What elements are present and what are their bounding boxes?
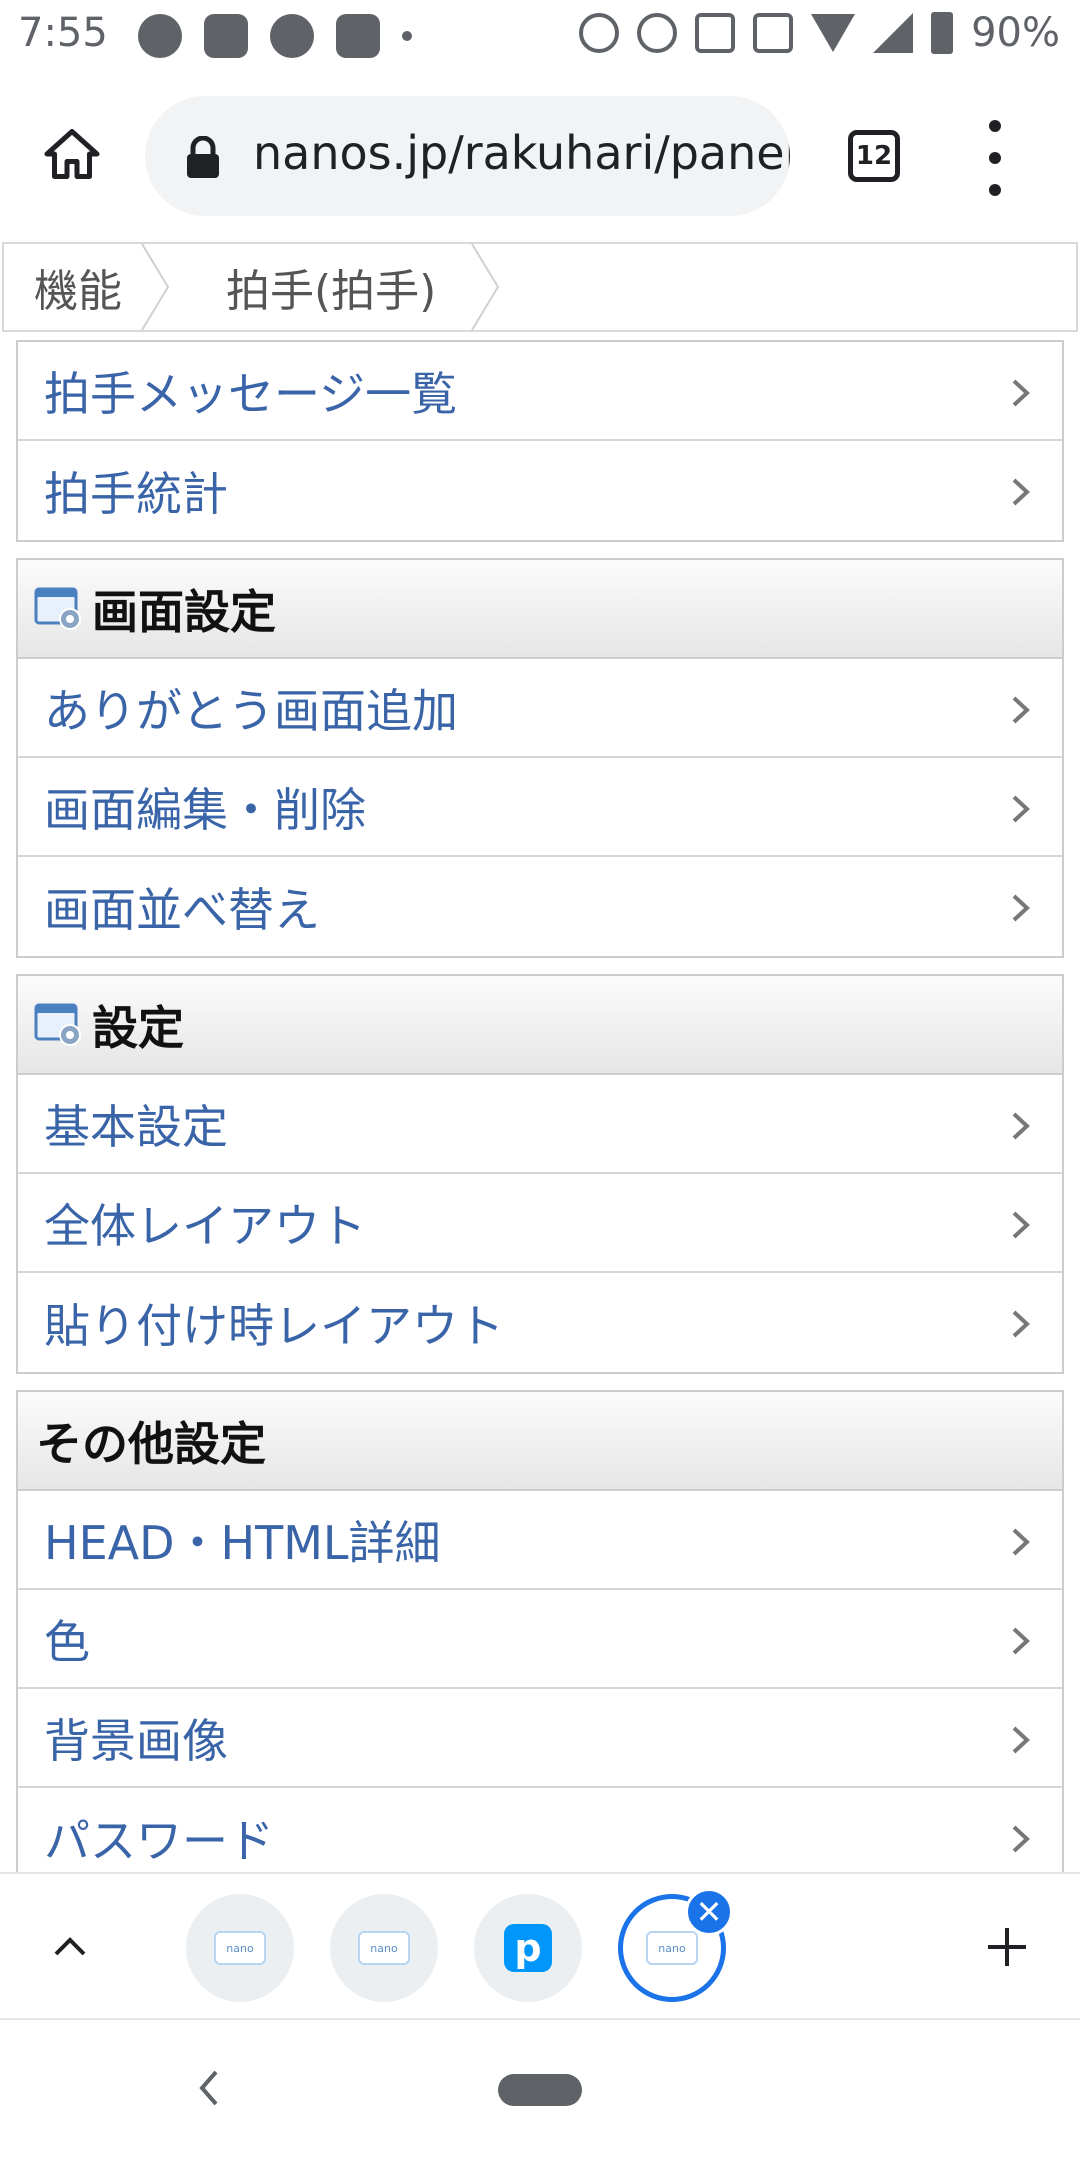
section-title: その他設定 — [36, 1416, 266, 1471]
menu-item-label: 貼り付け時レイアウト — [44, 1298, 504, 1353]
chevron-right-icon — [1012, 1825, 1030, 1853]
menu-item-overall-layout[interactable]: 全体レイアウト — [18, 1174, 1062, 1273]
nanos-favicon-icon: nano — [358, 1931, 410, 1965]
menu-item-color[interactable]: 色 — [18, 1590, 1062, 1689]
menu-item-paste-layout[interactable]: 貼り付け時レイアウト — [18, 1273, 1062, 1372]
evernote-icon — [138, 14, 182, 58]
tab-thumbnail[interactable]: nano — [330, 1894, 438, 2002]
chevron-right-icon — [1012, 1112, 1030, 1140]
breadcrumb-separator-icon — [141, 244, 170, 330]
chevron-right-icon — [1012, 1627, 1030, 1655]
chevron-right-icon — [1012, 1726, 1030, 1754]
more-notifications-dot-icon — [402, 31, 412, 41]
menu-dot-icon — [989, 120, 1001, 132]
tab-thumbnail[interactable]: p — [474, 1894, 582, 2002]
chevron-right-icon — [1012, 894, 1030, 922]
wifi-icon — [811, 14, 856, 52]
chevron-right-icon — [1012, 1310, 1030, 1338]
menu-item-label: 色 — [44, 1614, 90, 1669]
url-text[interactable]: nanos.jp/rakuhari/panel/ — [253, 126, 790, 180]
section-title: 画面設定 — [92, 584, 276, 639]
chevron-right-icon — [1012, 795, 1030, 823]
menu-item-label: ありがとう画面追加 — [44, 683, 458, 738]
battery-percent: 90% — [971, 10, 1060, 56]
menu-item-label: 拍手メッセージ一覧 — [44, 366, 458, 421]
home-gesture-pill[interactable] — [498, 2074, 582, 2106]
breadcrumb-item-clap[interactable]: 拍手(拍手) — [170, 244, 500, 330]
menu-group-settings: 設定 基本設定 全体レイアウト 貼り付け時レイアウト — [16, 974, 1064, 1374]
menu-item-label: 画面編集・削除 — [44, 782, 366, 837]
tab-switcher-button[interactable]: 12 — [848, 130, 900, 182]
address-bar[interactable]: nanos.jp/rakuhari/panel/ — [145, 96, 790, 216]
menu-item-label: パスワード — [44, 1813, 274, 1868]
expand-tabs-button[interactable] — [48, 1924, 92, 1968]
menu-item-head-html[interactable]: HEAD・HTML詳細 — [18, 1491, 1062, 1590]
menu-item-edit-delete-screen[interactable]: 画面編集・削除 — [18, 758, 1062, 857]
browser-toolbar: nanos.jp/rakuhari/panel/ 12 — [0, 72, 1080, 242]
settings-panel-icon — [34, 587, 81, 630]
status-time: 7:55 — [18, 10, 108, 56]
app-notification-icon — [204, 14, 248, 58]
system-nav-bar — [0, 2020, 1080, 2160]
nanos-favicon-icon: nano — [646, 1931, 698, 1965]
breadcrumb-label: 機能 — [34, 266, 122, 317]
close-tab-button[interactable]: ✕ — [685, 1888, 733, 1936]
section-header: 設定 — [18, 976, 1062, 1075]
battery-icon — [931, 12, 954, 54]
chevron-right-icon — [1012, 696, 1030, 724]
back-button[interactable] — [196, 2068, 220, 2108]
breadcrumb: 機能 拍手(拍手) — [2, 242, 1078, 332]
square-app-icon — [336, 14, 380, 58]
chevron-right-icon — [1012, 1211, 1030, 1239]
menu-item-label: 画面並べ替え — [44, 882, 320, 937]
section-header: その他設定 — [18, 1392, 1062, 1491]
menu-item-clap-stats[interactable]: 拍手統計 — [18, 441, 1062, 540]
tab-thumbnail[interactable]: nano — [186, 1894, 294, 2002]
tab-strip: nano nano p nano ✕ — [0, 1872, 1080, 2020]
cast-icon — [753, 13, 794, 53]
menu-item-background-image[interactable]: 背景画像 — [18, 1689, 1062, 1788]
menu-item-clap-messages[interactable]: 拍手メッセージ一覧 — [18, 342, 1062, 441]
home-icon — [44, 129, 100, 179]
menu-dot-icon — [989, 184, 1001, 196]
breadcrumb-separator-icon — [471, 244, 500, 330]
data-saver-icon — [637, 13, 678, 53]
menu-group-screen-settings: 画面設定 ありがとう画面追加 画面編集・削除 画面並べ替え — [16, 558, 1064, 958]
menu-group-other-settings: その他設定 HEAD・HTML詳細 色 背景画像 パスワード — [16, 1390, 1064, 1889]
menu-item-label: 背景画像 — [44, 1713, 228, 1768]
status-bar: 7:55 90% — [0, 0, 1080, 72]
chevron-right-icon — [1012, 478, 1030, 506]
chevron-right-icon — [1012, 379, 1030, 407]
menu-item-add-thanks-screen[interactable]: ありがとう画面追加 — [18, 659, 1062, 758]
menu-content: 拍手メッセージ一覧 拍手統計 画面設定 ありがとう画面追加 画面編集・削除 画面… — [16, 340, 1064, 1905]
breadcrumb-label: 拍手(拍手) — [226, 266, 437, 317]
home-button[interactable] — [40, 122, 104, 186]
lock-icon — [187, 136, 219, 178]
menu-item-reorder-screens[interactable]: 画面並べ替え — [18, 857, 1062, 956]
chevron-right-icon — [1012, 1528, 1030, 1556]
system-status-icons: 90% — [579, 10, 1060, 56]
elephant-app-icon — [270, 14, 314, 58]
menu-dot-icon — [989, 152, 1001, 164]
nanos-favicon-icon: nano — [214, 1931, 266, 1965]
notification-icons — [138, 14, 412, 58]
section-title: 設定 — [92, 1000, 184, 1055]
close-icon: ✕ — [695, 1893, 723, 1931]
overflow-menu-button[interactable] — [980, 120, 1010, 196]
pixiv-favicon-icon: p — [504, 1924, 552, 1972]
menu-item-label: 基本設定 — [44, 1099, 228, 1154]
settings-panel-icon — [34, 1003, 81, 1046]
menu-item-label: 拍手統計 — [44, 466, 228, 521]
alarm-icon — [579, 13, 620, 53]
menu-item-basic-settings[interactable]: 基本設定 — [18, 1075, 1062, 1174]
menu-item-label: HEAD・HTML詳細 — [44, 1515, 441, 1570]
section-header: 画面設定 — [18, 560, 1062, 659]
menu-item-label: 全体レイアウト — [44, 1198, 366, 1253]
new-tab-button[interactable] — [982, 1922, 1032, 1972]
cell-signal-icon — [873, 13, 914, 53]
menu-group-clap: 拍手メッセージ一覧 拍手統計 — [16, 340, 1064, 542]
vibrate-icon — [695, 13, 736, 53]
breadcrumb-item-features[interactable]: 機能 — [4, 244, 170, 330]
